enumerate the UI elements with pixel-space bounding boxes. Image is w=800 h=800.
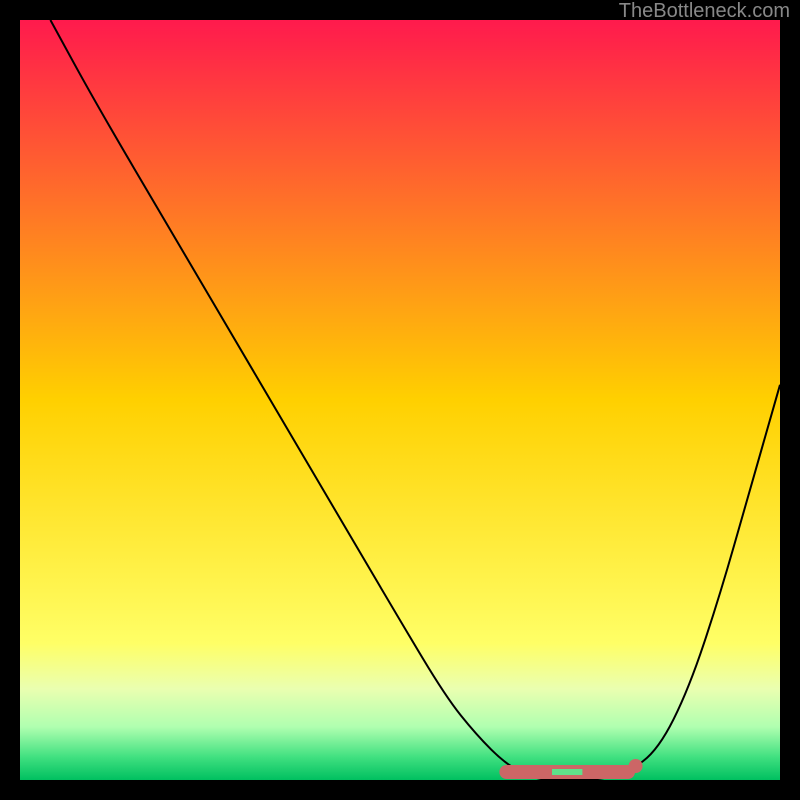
bottleneck-chart [20, 20, 780, 780]
gradient-background [20, 20, 780, 780]
chart-stage: TheBottleneck.com [0, 0, 800, 800]
optimal-end-dot [629, 759, 643, 773]
